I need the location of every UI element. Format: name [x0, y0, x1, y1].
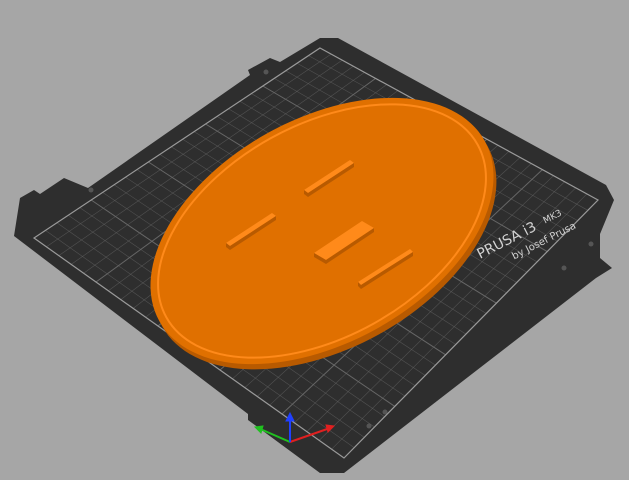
scene-canvas[interactable]: PRUSA i3 MK3 by Josef Prusa: [0, 0, 629, 480]
3d-viewport[interactable]: PRUSA i3 MK3 by Josef Prusa: [0, 0, 629, 480]
y-axis-arrow-icon: [255, 426, 263, 433]
